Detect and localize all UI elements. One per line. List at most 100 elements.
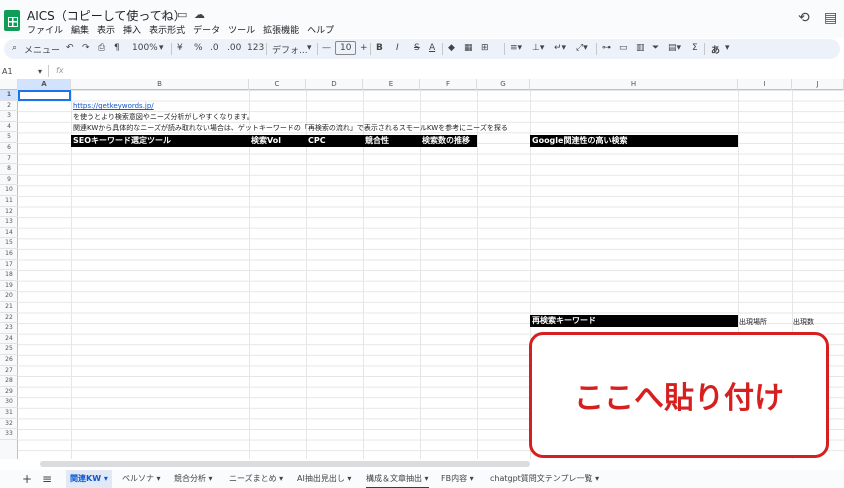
column-header-c[interactable]: C (249, 79, 306, 90)
row-header[interactable]: 14 (0, 228, 18, 239)
tab-chatgpt-templates[interactable]: chatgpt質問文テンプレ一覧 ▾ (490, 470, 599, 488)
insert-chart-icon[interactable]: ▥ (636, 43, 645, 53)
column-header-f[interactable]: F (420, 79, 477, 90)
filter-icon[interactable]: ⏷ (652, 43, 659, 53)
menu-data[interactable]: データ (193, 23, 220, 36)
row-header[interactable]: 3 (0, 111, 18, 122)
tab-ai-headings[interactable]: AI抽出見出し ▾ (297, 470, 351, 488)
text-rotate-icon[interactable]: ⤢▾ (576, 43, 588, 53)
tab-needs-summary[interactable]: ニーズまとめ ▾ (229, 470, 283, 488)
selected-cell-a1[interactable] (18, 90, 71, 101)
name-box[interactable]: A1 (2, 67, 13, 76)
row-header[interactable]: 29 (0, 387, 18, 398)
column-header-h[interactable]: H (530, 79, 738, 90)
row-header[interactable]: 25 (0, 344, 18, 355)
row-header[interactable]: 26 (0, 355, 18, 366)
comments-icon[interactable]: ▤ (824, 10, 837, 26)
menu-view[interactable]: 表示 (97, 23, 115, 36)
tab-competitor-analysis[interactable]: 競合分析 ▾ (174, 470, 213, 488)
star-icon[interactable]: ☆ (160, 8, 170, 21)
row-header[interactable]: 18 (0, 270, 18, 281)
row-header[interactable]: 16 (0, 249, 18, 260)
row-header[interactable]: 21 (0, 302, 18, 313)
currency-button[interactable]: ¥ (177, 43, 183, 53)
row-header[interactable]: 4 (0, 122, 18, 133)
row-header[interactable]: 19 (0, 281, 18, 292)
italic-button[interactable]: I (396, 43, 399, 53)
align-vertical-icon[interactable]: ⊥▾ (532, 43, 544, 53)
tab-structure-extract[interactable]: 構成＆文章抽出 ▾ (366, 470, 429, 488)
text-wrap-icon[interactable]: ↵▾ (554, 43, 566, 53)
input-tools-button[interactable]: あ (711, 43, 720, 56)
bold-button[interactable]: B (376, 43, 383, 53)
font-size-decrease-button[interactable]: — (322, 43, 331, 53)
paint-format-icon[interactable]: ¶ (114, 43, 120, 53)
column-header-d[interactable]: D (306, 79, 363, 90)
tab-fb-content[interactable]: FB内容 ▾ (441, 470, 474, 488)
row-header[interactable]: 12 (0, 207, 18, 218)
row-header[interactable]: 22 (0, 313, 18, 324)
link-getkeywords[interactable]: https://getkeywords.jp/ (73, 101, 154, 111)
borders-icon[interactable]: ▦ (464, 43, 473, 53)
menu-help[interactable]: ヘルプ (307, 23, 334, 36)
row-header[interactable]: 6 (0, 143, 18, 154)
undo-icon[interactable]: ↶ (66, 43, 74, 53)
strikethrough-button[interactable]: S (414, 43, 420, 53)
menu-search-button[interactable]: メニュー (24, 43, 60, 56)
row-header[interactable]: 2 (0, 101, 18, 112)
insert-link-icon[interactable]: ⊶ (602, 43, 611, 53)
filter-views-icon[interactable]: ▤▾ (668, 43, 681, 53)
column-header-b[interactable]: B (71, 79, 249, 90)
menu-edit[interactable]: 編集 (71, 23, 89, 36)
row-header[interactable]: 31 (0, 408, 18, 419)
font-size-input[interactable]: 10 (335, 41, 357, 55)
row-header[interactable]: 33 (0, 429, 18, 440)
cloud-status-icon[interactable]: ☁ (194, 8, 205, 21)
merge-cells-icon[interactable]: ⊞ (481, 43, 489, 53)
column-header-g[interactable]: G (477, 79, 530, 90)
menu-insert[interactable]: 挿入 (123, 23, 141, 36)
sheets-logo-icon[interactable] (4, 10, 20, 31)
functions-icon[interactable]: Σ (692, 43, 698, 53)
format-123-button[interactable]: 123 (247, 43, 264, 53)
tab-related-kw[interactable]: 関連KW ▾ (66, 470, 112, 488)
row-header[interactable]: 27 (0, 366, 18, 377)
history-icon[interactable]: ⟲ (798, 10, 810, 26)
row-header[interactable]: 30 (0, 397, 18, 408)
row-header[interactable]: 17 (0, 260, 18, 271)
column-header-a[interactable]: A (18, 79, 71, 90)
menu-tools[interactable]: ツール (228, 23, 255, 36)
decrease-decimal-button[interactable]: .0 (210, 43, 219, 53)
increase-decimal-button[interactable]: .00 (227, 43, 241, 53)
row-header[interactable]: 9 (0, 175, 18, 186)
row-header[interactable]: 32 (0, 419, 18, 430)
menu-file[interactable]: ファイル (27, 23, 63, 36)
redo-icon[interactable]: ↷ (82, 43, 90, 53)
font-size-increase-button[interactable]: + (360, 43, 368, 53)
column-header-e[interactable]: E (363, 79, 420, 90)
row-header[interactable]: 11 (0, 196, 18, 207)
align-horizontal-icon[interactable]: ≡▾ (510, 43, 522, 53)
row-header[interactable]: 24 (0, 334, 18, 345)
all-sheets-icon[interactable]: ≡ (42, 470, 52, 488)
row-header[interactable]: 20 (0, 291, 18, 302)
horizontal-scrollbar[interactable] (40, 461, 530, 467)
row-header[interactable]: 28 (0, 376, 18, 387)
tab-persona[interactable]: ペルソナ ▾ (122, 470, 161, 488)
row-header[interactable]: 23 (0, 323, 18, 334)
search-icon[interactable]: ⌕ (12, 43, 17, 53)
menu-extensions[interactable]: 拡張機能 (263, 23, 299, 36)
fill-color-icon[interactable]: ◆ (448, 43, 455, 53)
select-all-corner[interactable] (0, 79, 18, 90)
font-select[interactable]: デフォ... (272, 43, 308, 56)
row-header[interactable]: 13 (0, 217, 18, 228)
row-header[interactable]: 7 (0, 154, 18, 165)
row-header[interactable]: 15 (0, 238, 18, 249)
column-header-i[interactable]: I (738, 79, 792, 90)
row-header[interactable]: 10 (0, 185, 18, 196)
column-header-j[interactable]: J (792, 79, 844, 90)
zoom-select[interactable]: 100% (132, 43, 158, 53)
row-header[interactable]: 5 (0, 132, 18, 143)
row-header[interactable]: 8 (0, 164, 18, 175)
move-folder-icon[interactable]: ▭ (177, 8, 187, 21)
